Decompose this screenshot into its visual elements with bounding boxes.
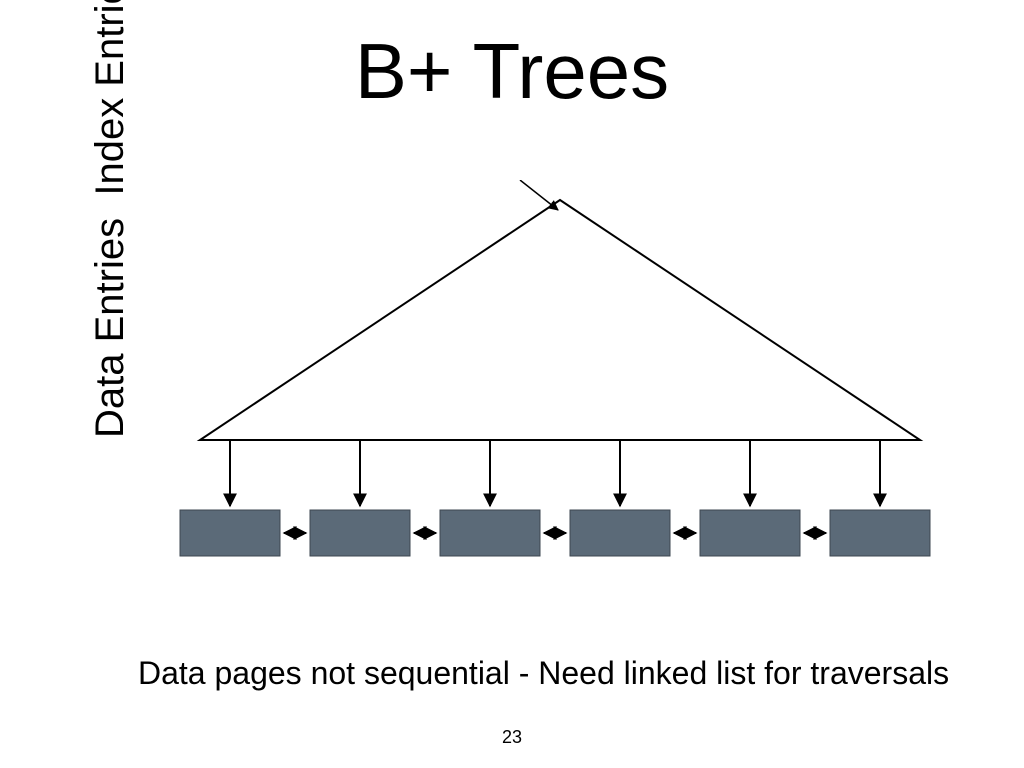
index-entries-label: Index Entries	[88, 0, 132, 196]
leaf-box	[310, 510, 410, 556]
vertical-axis-label: Data Entries Index Entries	[88, 0, 133, 438]
caption-text: Data pages not sequential - Need linked …	[138, 655, 949, 692]
leaf-box	[440, 510, 540, 556]
leaf-box	[700, 510, 800, 556]
slide-title: B+ Trees	[0, 26, 1024, 117]
index-triangle	[200, 200, 920, 440]
fanout-arrows	[230, 440, 880, 506]
leaf-box	[830, 510, 930, 556]
leaf-box	[180, 510, 280, 556]
page-number: 23	[0, 727, 1024, 748]
bplus-tree-diagram	[160, 180, 960, 640]
data-entries-label: Data Entries	[88, 218, 132, 438]
leaf-box	[570, 510, 670, 556]
